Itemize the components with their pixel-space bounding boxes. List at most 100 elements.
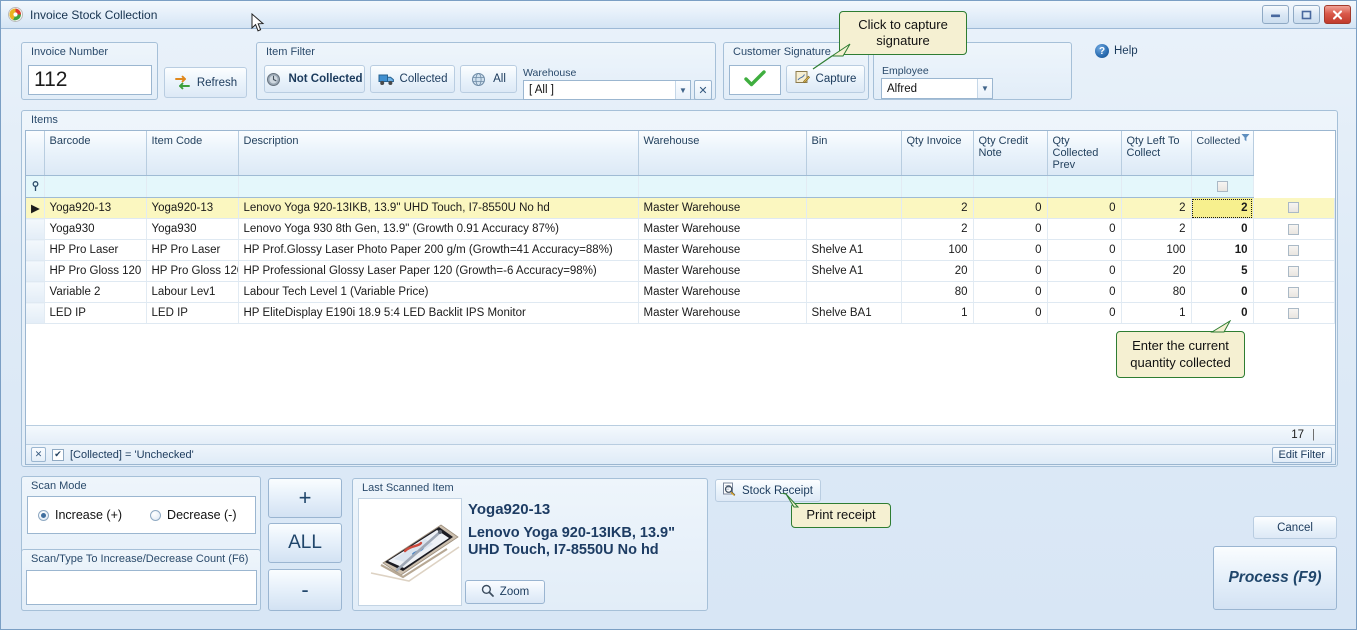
chevron-down-icon[interactable]: ▼ — [675, 81, 690, 99]
column-header-barcode[interactable]: Barcode — [44, 131, 147, 176]
cell-bin[interactable] — [806, 197, 902, 219]
checkbox-unchecked[interactable] — [1288, 223, 1300, 235]
cell-description[interactable]: HP EliteDisplay E190i 18.9 5:4 LED Backl… — [238, 302, 639, 324]
warehouse-filter-combo[interactable]: [ All ] ▼ — [523, 80, 691, 100]
cell-qty-credit-note[interactable]: 0 — [973, 218, 1048, 240]
column-header-bin[interactable]: Bin — [806, 131, 902, 176]
checkbox-unchecked[interactable] — [1288, 307, 1300, 319]
cell-collected[interactable] — [1253, 197, 1335, 219]
filter-all-button[interactable]: All — [460, 65, 517, 93]
cell-qty-collected-prev[interactable]: 0 — [1047, 302, 1122, 324]
cell-bin[interactable] — [806, 218, 902, 240]
column-header-qty-left-to-collect[interactable]: Qty Left To Collect — [1121, 131, 1192, 176]
table-row[interactable]: ▶ Yoga920-13 Yoga920-13 Lenovo Yoga 920-… — [26, 197, 1335, 219]
cell-collected[interactable] — [1253, 281, 1335, 303]
close-button[interactable] — [1324, 5, 1351, 24]
maximize-button[interactable] — [1293, 5, 1320, 24]
cell-description[interactable]: HP Prof.Glossy Laser Photo Paper 200 g/m… — [238, 239, 639, 261]
cell-bin[interactable]: Shelve A1 — [806, 239, 902, 261]
cell-bin[interactable]: Shelve A1 — [806, 260, 902, 282]
cell-warehouse[interactable]: Master Warehouse — [638, 302, 807, 324]
filter-enable-checkbox[interactable]: ✔ — [52, 448, 64, 461]
radio-decrease[interactable]: Decrease (-) — [150, 508, 237, 522]
zoom-image-button[interactable]: Zoom — [465, 580, 545, 604]
filter-cell-qty-collected-prev[interactable] — [1047, 175, 1122, 198]
cell-description[interactable]: HP Professional Glossy Laser Paper 120 (… — [238, 260, 639, 282]
chevron-down-icon[interactable]: ▼ — [977, 79, 992, 98]
cell-barcode[interactable]: HP Pro Laser — [44, 239, 147, 261]
cell-item-code[interactable]: Yoga930 — [146, 218, 239, 240]
table-row[interactable]: HP Pro Laser HP Pro Laser HP Prof.Glossy… — [26, 239, 1335, 261]
minimize-button[interactable] — [1262, 5, 1289, 24]
checkbox-unchecked[interactable] — [1288, 202, 1300, 214]
column-header-description[interactable]: Description — [238, 131, 639, 176]
last-scanned-thumbnail[interactable] — [358, 498, 462, 606]
column-header-collected[interactable]: Collected — [1191, 131, 1254, 176]
cell-collected[interactable] — [1253, 302, 1335, 324]
cell-qty-collected-prev[interactable]: 0 — [1047, 281, 1122, 303]
cell-warehouse[interactable]: Master Warehouse — [638, 218, 807, 240]
filter-collected-button[interactable]: Collected — [370, 65, 455, 93]
cell-barcode[interactable]: Variable 2 — [44, 281, 147, 303]
cell-barcode[interactable]: HP Pro Gloss 120 — [44, 260, 147, 282]
cell-qty-collected-prev[interactable]: 0 — [1047, 197, 1122, 219]
cell-qty-invoice[interactable]: 100 — [901, 239, 974, 261]
cancel-button[interactable]: Cancel — [1253, 516, 1337, 539]
column-header-qty-invoice[interactable]: Qty Invoice — [901, 131, 974, 176]
filter-cell-barcode[interactable] — [44, 175, 147, 198]
cell-item-code[interactable]: HP Pro Gloss 120 — [146, 260, 239, 282]
column-header-item-code[interactable]: Item Code — [146, 131, 239, 176]
column-header-qty-credit-note[interactable]: Qty Credit Note — [973, 131, 1048, 176]
cell-barcode[interactable]: Yoga920-13 — [44, 197, 147, 219]
filter-cell-qty-credit-note[interactable] — [973, 175, 1048, 198]
cell-description[interactable]: Lenovo Yoga 920-13IKB, 13.9" UHD Touch, … — [238, 197, 639, 219]
increase-qty-button[interactable]: + — [268, 478, 342, 518]
checkbox-unchecked[interactable] — [1216, 181, 1228, 192]
employee-combo[interactable]: Alfred ▼ — [881, 78, 993, 99]
filter-not-collected-button[interactable]: Not Collected — [264, 65, 365, 93]
cell-collected[interactable] — [1253, 218, 1335, 240]
column-header-warehouse[interactable]: Warehouse — [638, 131, 807, 176]
cell-qty-left-to-collect[interactable]: 1 — [1121, 302, 1192, 324]
cell-qty-left-to-collect[interactable]: 2 — [1121, 218, 1192, 240]
filter-cell-item-code[interactable] — [146, 175, 239, 198]
cell-qty-credit-note[interactable]: 0 — [973, 239, 1048, 261]
cell-qty-collected-prev[interactable]: 0 — [1047, 218, 1122, 240]
filter-cell-qty-invoice[interactable] — [901, 175, 974, 198]
cell-qty-collected-prev[interactable]: 0 — [1047, 260, 1122, 282]
filter-cell-description[interactable] — [238, 175, 639, 198]
cell-item-code[interactable]: LED IP — [146, 302, 239, 324]
cell-description[interactable]: Labour Tech Level 1 (Variable Price) — [238, 281, 639, 303]
cell-warehouse[interactable]: Master Warehouse — [638, 281, 807, 303]
cell-barcode[interactable]: LED IP — [44, 302, 147, 324]
cell-qty-invoice[interactable]: 2 — [901, 197, 974, 219]
help-button[interactable]: ? Help — [1095, 44, 1138, 58]
cell-item-code[interactable]: Yoga920-13 — [146, 197, 239, 219]
signature-preview[interactable] — [729, 65, 781, 95]
cell-collected[interactable] — [1253, 260, 1335, 282]
cell-item-code[interactable]: HP Pro Laser — [146, 239, 239, 261]
checkbox-unchecked[interactable] — [1288, 265, 1300, 277]
cell-qty-collect-now[interactable]: 0 — [1191, 218, 1254, 240]
cell-qty-credit-note[interactable]: 0 — [973, 197, 1048, 219]
warehouse-filter-clear-button[interactable]: ✕ — [694, 80, 712, 100]
cell-item-code[interactable]: Labour Lev1 — [146, 281, 239, 303]
cell-qty-left-to-collect[interactable]: 20 — [1121, 260, 1192, 282]
cell-qty-collect-now[interactable]: 2 — [1191, 197, 1254, 219]
cell-warehouse[interactable]: Master Warehouse — [638, 260, 807, 282]
filter-cell-qty-left[interactable] — [1121, 175, 1192, 198]
table-row[interactable]: HP Pro Gloss 120 HP Pro Gloss 120 HP Pro… — [26, 260, 1335, 282]
cell-qty-invoice[interactable]: 80 — [901, 281, 974, 303]
cell-qty-left-to-collect[interactable]: 80 — [1121, 281, 1192, 303]
cell-qty-collect-now[interactable]: 0 — [1191, 281, 1254, 303]
decrease-qty-button[interactable]: - — [268, 569, 342, 611]
refresh-button[interactable]: Refresh — [164, 67, 247, 98]
edit-filter-button[interactable]: Edit Filter — [1271, 446, 1332, 463]
table-row[interactable]: Yoga930 Yoga930 Lenovo Yoga 930 8th Gen,… — [26, 218, 1335, 240]
filter-remove-button[interactable]: ✕ — [31, 447, 46, 462]
checkbox-unchecked[interactable] — [1288, 244, 1300, 256]
cell-qty-credit-note[interactable]: 0 — [973, 260, 1048, 282]
cell-collected[interactable] — [1253, 239, 1335, 261]
filter-cell-warehouse[interactable] — [638, 175, 807, 198]
items-grid[interactable]: Barcode Item Code Description Warehouse … — [25, 130, 1336, 465]
